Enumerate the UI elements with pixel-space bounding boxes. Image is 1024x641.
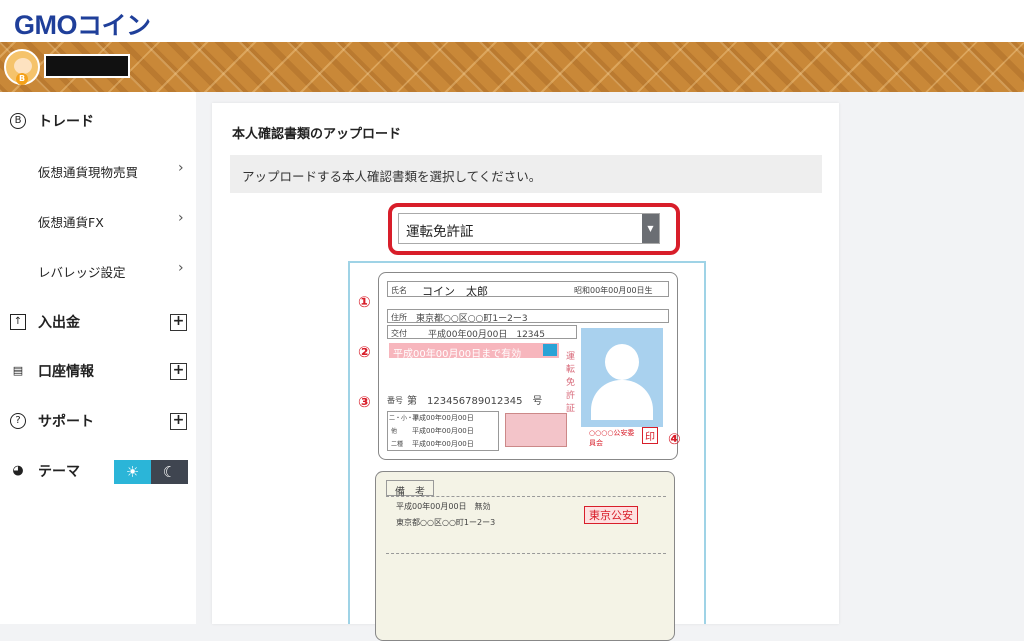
sidebar-label-account: 口座情報 bbox=[38, 364, 94, 380]
name-value: コイン 太郎 bbox=[422, 285, 488, 298]
category-date: 平成00年00月00日 bbox=[412, 440, 474, 448]
logo-text: GMO bbox=[14, 10, 78, 40]
issue-value: 平成00年00月00日 12345 bbox=[428, 330, 545, 340]
avatar[interactable]: B bbox=[4, 49, 40, 85]
bitcoin-badge-icon: B bbox=[16, 73, 28, 85]
category-date: 平成00年00月00日 bbox=[412, 427, 474, 435]
license-type: 運転免許証 bbox=[566, 352, 576, 414]
gmo-coin-logo[interactable]: GMOコイン bbox=[14, 6, 151, 42]
sidebar-item-theme: ◕ テーマ ☀ ☾ bbox=[0, 456, 196, 486]
name-label: 氏名 bbox=[391, 286, 407, 295]
address-value: 東京都○○区○○町1ー2ー3 bbox=[416, 314, 528, 324]
username-redacted bbox=[44, 54, 130, 78]
number-label: 番号 bbox=[387, 396, 403, 405]
remarks-title-box: 備 考 bbox=[386, 480, 434, 498]
upload-card: 本人確認書類のアップロード アップロードする本人確認書類を選択してください。 運… bbox=[212, 103, 839, 641]
expand-plus-icon[interactable]: + bbox=[170, 314, 187, 331]
remarks-area: 平成00年00月00日 無効 東京都○○区○○町1ー2ー3 東京公安 bbox=[386, 496, 666, 554]
expand-plus-icon[interactable]: + bbox=[170, 413, 187, 430]
chevron-down-icon: ▼ bbox=[642, 214, 659, 243]
document-type-select[interactable]: 運転免許証 ▼ bbox=[398, 213, 660, 244]
bitcoin-icon: B bbox=[10, 113, 26, 129]
category-label: 二種 bbox=[391, 441, 404, 448]
palette-icon: ◕ bbox=[12, 463, 24, 478]
sidebar-label-theme: テーマ bbox=[38, 464, 80, 480]
sidebar-item-support[interactable]: ? サポート + bbox=[0, 406, 196, 436]
remarks-line-2: 東京都○○区○○町1ー2ー3 bbox=[396, 518, 496, 527]
number-value: 第 123456789012345 号 bbox=[407, 396, 543, 407]
category-table: 二・小・原 平成00年00月00日 他 平成00年00月00日 二種 平成00年… bbox=[387, 411, 499, 451]
birth-value: 昭和00年00月00日生 bbox=[574, 286, 653, 295]
page-title: 本人確認書類のアップロード bbox=[232, 127, 402, 142]
address-label: 住所 bbox=[391, 313, 407, 322]
sun-icon[interactable]: ☀ bbox=[114, 460, 151, 484]
seal-stamp: 印 bbox=[642, 427, 658, 444]
sidebar-label-trade: トレード bbox=[38, 114, 94, 130]
marker-1: ① bbox=[358, 293, 371, 311]
sidebar-item-account[interactable]: ▤ 口座情報 + bbox=[0, 356, 196, 386]
photo-area bbox=[581, 328, 663, 427]
photo-body bbox=[591, 380, 653, 420]
chevron-right-icon: › bbox=[178, 210, 184, 226]
sidebar-label-deposit: 入出金 bbox=[38, 315, 80, 331]
photo-head bbox=[605, 344, 639, 380]
account-icon: ▤ bbox=[12, 364, 24, 377]
top-bar: GMOコイン bbox=[0, 0, 1024, 42]
sidebar-label-support: サポート bbox=[38, 414, 94, 430]
chevron-right-icon: › bbox=[178, 160, 184, 176]
chevron-right-icon: › bbox=[178, 260, 184, 276]
license-back: 備 考 平成00年00月00日 無効 東京都○○区○○町1ー2ー3 東京公安 bbox=[375, 471, 675, 641]
help-icon: ? bbox=[10, 413, 26, 429]
instruction-notice: アップロードする本人確認書類を選択してください。 bbox=[230, 155, 822, 193]
header-banner bbox=[0, 42, 1024, 92]
marker-4: ④ bbox=[668, 430, 681, 448]
license-sample-frame: 氏名 コイン 太郎 昭和00年00月00日生 住所 東京都○○区○○町1ー2ー3… bbox=[348, 261, 706, 641]
validity-marker bbox=[543, 344, 557, 356]
issue-row: 交付 平成00年00月00日 12345 bbox=[387, 325, 577, 340]
sidebar: B トレード 仮想通貨現物売買 › 仮想通貨FX › レバレッジ設定 › ↑ 入… bbox=[0, 92, 196, 624]
sidebar-item-leverage[interactable]: レバレッジ設定 › bbox=[0, 255, 196, 285]
category-grid bbox=[505, 413, 567, 447]
moon-icon[interactable]: ☾ bbox=[151, 460, 188, 484]
sidebar-sub-label: 仮想通貨現物売買 bbox=[38, 165, 139, 180]
category-label: 他 bbox=[391, 428, 398, 435]
deposit-icon: ↑ bbox=[10, 314, 26, 330]
address-row: 住所 東京都○○区○○町1ー2ー3 bbox=[387, 309, 669, 324]
marker-3: ③ bbox=[358, 393, 371, 411]
police-stamp: 東京公安 bbox=[584, 506, 638, 524]
category-date: 平成00年00月00日 bbox=[412, 414, 474, 422]
select-value: 運転免許証 bbox=[406, 224, 474, 240]
sidebar-item-fx[interactable]: 仮想通貨FX › bbox=[0, 205, 196, 235]
issue-label: 交付 bbox=[391, 329, 407, 338]
remarks-line-1: 平成00年00月00日 無効 bbox=[396, 502, 491, 511]
validity-highlight: 平成00年00月00日まで有効 bbox=[389, 343, 559, 360]
avatar-face bbox=[14, 58, 32, 74]
authority-text: ○○○○公安委員会 bbox=[589, 429, 635, 447]
notice-text: アップロードする本人確認書類を選択してください。 bbox=[242, 169, 542, 184]
name-row: 氏名 コイン 太郎 昭和00年00月00日生 bbox=[387, 281, 669, 298]
sidebar-sub-label: 仮想通貨FX bbox=[38, 215, 104, 230]
marker-2: ② bbox=[358, 343, 371, 361]
license-front: 氏名 コイン 太郎 昭和00年00月00日生 住所 東京都○○区○○町1ー2ー3… bbox=[378, 272, 678, 460]
sidebar-item-trade[interactable]: B トレード bbox=[0, 106, 196, 136]
sidebar-item-deposit[interactable]: ↑ 入出金 + bbox=[0, 307, 196, 337]
sidebar-item-spot-trading[interactable]: 仮想通貨現物売買 › bbox=[0, 155, 196, 185]
logo-kana: コイン bbox=[77, 12, 151, 40]
sidebar-sub-label: レバレッジ設定 bbox=[38, 265, 126, 280]
expand-plus-icon[interactable]: + bbox=[170, 363, 187, 380]
theme-toggle[interactable]: ☀ ☾ bbox=[114, 460, 188, 484]
validity-value: 平成00年00月00日まで有効 bbox=[393, 349, 522, 360]
